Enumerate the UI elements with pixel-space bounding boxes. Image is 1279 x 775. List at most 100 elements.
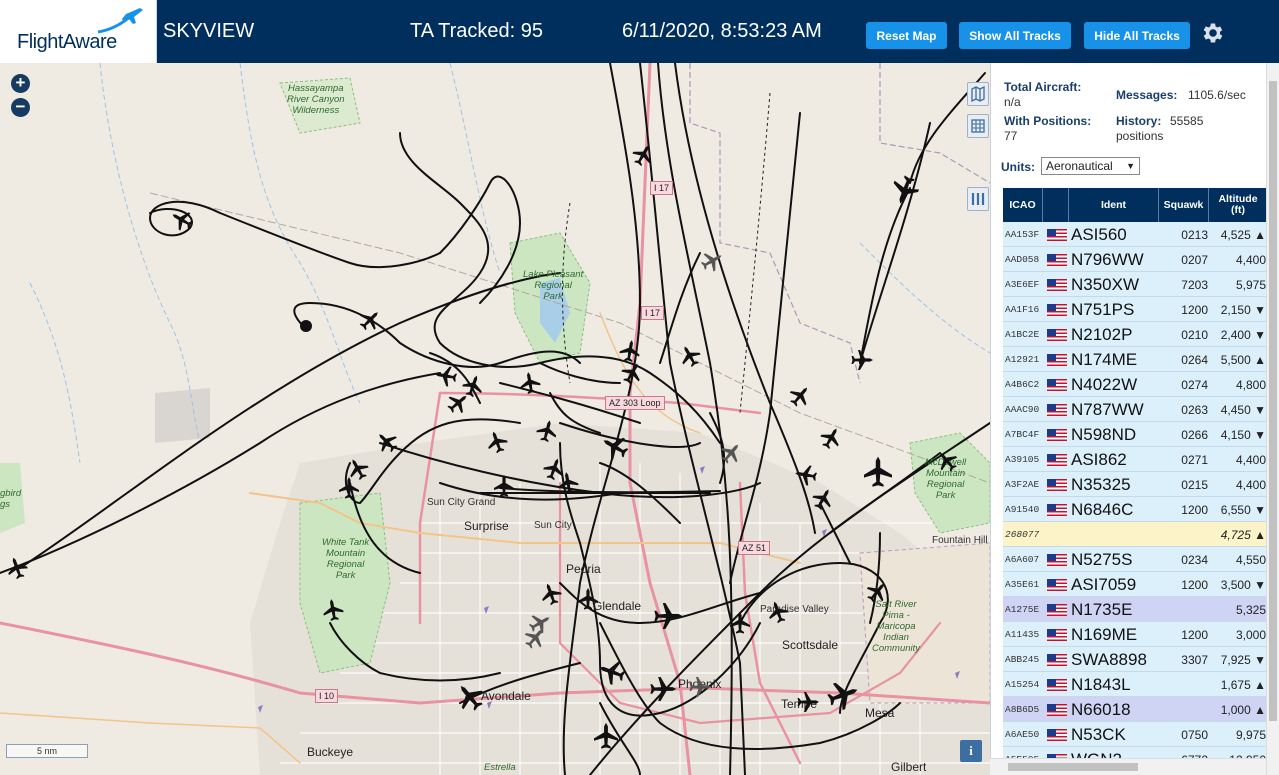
aircraft-marker[interactable]: [534, 417, 560, 444]
aircraft-marker[interactable]: [494, 475, 514, 497]
info-button[interactable]: i: [960, 740, 982, 762]
table-row[interactable]: A15254 N1843L 1,675 ▲: [1003, 672, 1268, 697]
aircraft-marker[interactable]: [654, 603, 683, 629]
table-row[interactable]: A12921 N174ME 0264 5,500 ▲: [1003, 347, 1268, 372]
aircraft-marker[interactable]: [862, 577, 892, 607]
sidebar-vertical-scrollbar[interactable]: [1266, 63, 1279, 775]
table-row[interactable]: A3E6EF N350XW 7203 5,975: [1003, 272, 1268, 297]
table-row[interactable]: AA153F ASI560 0213 4,525 ▲: [1003, 222, 1268, 247]
gear-icon[interactable]: [1200, 20, 1226, 46]
aircraft-marker[interactable]: [716, 438, 746, 468]
aircraft-marker[interactable]: [793, 463, 819, 487]
table-row[interactable]: 268077 4,725 ▲: [1003, 522, 1268, 547]
aircraft-marker[interactable]: [518, 370, 542, 396]
aircraft-marker[interactable]: [450, 677, 489, 716]
row-flag: [1047, 247, 1069, 272]
aircraft-marker[interactable]: [864, 456, 892, 487]
row-altitude: 4,800: [1235, 377, 1266, 392]
table-row[interactable]: AA1F16 N751PS 1200 2,150 ▼: [1003, 297, 1268, 322]
map-view[interactable]: Hassayampa River Canyon Wilderness Lake …: [0, 63, 990, 775]
toggle-sidebar-button[interactable]: [967, 187, 989, 211]
row-icao: AA153F: [1005, 229, 1040, 240]
aircraft-marker[interactable]: [697, 246, 727, 275]
range-grid-button[interactable]: [967, 114, 989, 138]
reset-map-button[interactable]: Reset Map: [866, 22, 947, 49]
aircraft-marker[interactable]: [594, 722, 618, 749]
aircraft-marker[interactable]: [675, 341, 704, 371]
table-row[interactable]: A6AE50 N53CK 0750 9,975: [1003, 722, 1268, 747]
row-altitude: 4,450 ▼: [1220, 402, 1266, 417]
row-flag: [1047, 297, 1069, 322]
col-ident[interactable]: Ident: [1069, 188, 1159, 222]
aircraft-marker[interactable]: [339, 477, 359, 499]
aircraft-marker[interactable]: [785, 381, 815, 411]
aircraft-marker[interactable]: [629, 140, 658, 170]
sidebar-horizontal-scrollbar[interactable]: [990, 758, 1266, 775]
table-row[interactable]: A3F2AE N35325 0215 4,400: [1003, 472, 1268, 497]
aircraft-marker[interactable]: [809, 484, 838, 514]
aircraft-marker[interactable]: [887, 172, 922, 208]
aircraft-marker[interactable]: [537, 580, 564, 608]
table-row[interactable]: AAD058 N796WW 0207 4,400: [1003, 247, 1268, 272]
aircraft-marker[interactable]: [764, 598, 791, 626]
units-select[interactable]: Aeronautical ▼: [1041, 157, 1140, 175]
aircraft-marker[interactable]: [618, 338, 642, 364]
aircraft-marker[interactable]: [730, 612, 750, 634]
aircraft-marker[interactable]: [650, 677, 677, 701]
aircraft-marker[interactable]: [595, 656, 628, 688]
aircraft-marker[interactable]: [541, 455, 568, 483]
table-row[interactable]: A1BC2E N2102P 0210 2,400 ▼: [1003, 322, 1268, 347]
table-row[interactable]: A91540 N6846C 1200 6,550 ▼: [1003, 497, 1268, 522]
scrollbar-thumb[interactable]: [1269, 81, 1277, 721]
scrollbar-thumb[interactable]: [1008, 763, 1138, 771]
table-row[interactable]: A1275E N1735E 5,325: [1003, 597, 1268, 622]
us-flag-icon: [1047, 603, 1067, 616]
table-row[interactable]: A11435 N169ME 1200 3,000: [1003, 622, 1268, 647]
hide-all-tracks-button[interactable]: Hide All Tracks: [1084, 22, 1190, 49]
aircraft-marker[interactable]: [3, 554, 30, 582]
table-row[interactable]: A35E61 ASI7059 1200 3,500 ▼: [1003, 572, 1268, 597]
aircraft-marker[interactable]: [597, 430, 632, 464]
row-icao: A8B6D5: [1005, 704, 1040, 715]
show-all-tracks-button[interactable]: Show All Tracks: [959, 22, 1071, 49]
aircraft-marker[interactable]: [355, 305, 385, 335]
table-row[interactable]: A39105 ASI862 0271 4,400: [1003, 447, 1268, 472]
col-icao[interactable]: ICAO: [1003, 188, 1043, 222]
table-row[interactable]: A4B6C2 N4022W 0274 4,800: [1003, 372, 1268, 397]
table-row[interactable]: ABB245 SWA8898 3307 7,925 ▼: [1003, 647, 1268, 672]
row-flag: [1047, 472, 1069, 497]
zoom-in-button[interactable]: +: [11, 74, 30, 93]
aircraft-marker[interactable]: [433, 364, 459, 388]
table-row[interactable]: A6A607 N5275S 0234 4,550: [1003, 547, 1268, 572]
table-row[interactable]: A8B6D5 N66018 1,000 ▲: [1003, 697, 1268, 722]
aircraft-marker[interactable]: [520, 623, 550, 653]
col-flag[interactable]: [1043, 188, 1069, 222]
aircraft-marker[interactable]: [824, 676, 863, 714]
aircraft-marker[interactable]: [578, 588, 598, 610]
aircraft-marker[interactable]: [817, 423, 846, 453]
col-squawk[interactable]: Squawk: [1159, 188, 1209, 222]
table-row[interactable]: A7BC4F N598ND 0266 4,150 ▼: [1003, 422, 1268, 447]
row-flag: [1047, 397, 1069, 422]
flightaware-logo[interactable]: FlightAware: [0, 0, 157, 63]
table-row[interactable]: AAAC90 N787WW 0263 4,450 ▼: [1003, 397, 1268, 422]
aircraft-marker[interactable]: [932, 446, 962, 476]
row-ident: N66018: [1071, 699, 1131, 719]
row-flag: [1047, 322, 1069, 347]
aircraft-marker[interactable]: [618, 358, 647, 388]
aircraft-marker[interactable]: [460, 372, 487, 400]
aircraft-marker[interactable]: [483, 428, 510, 456]
aircraft-marker[interactable]: [167, 205, 197, 234]
map-layers-button[interactable]: [967, 82, 989, 106]
row-squawk: [1160, 597, 1208, 622]
aircraft-marker[interactable]: [851, 350, 874, 370]
row-squawk: 0266: [1181, 427, 1208, 442]
aircraft-marker[interactable]: [689, 677, 712, 697]
zoom-out-button[interactable]: −: [11, 98, 30, 117]
col-altitude[interactable]: Altitude (ft): [1209, 188, 1268, 222]
aircraft-marker[interactable]: [321, 597, 345, 623]
aircraft-marker[interactable]: [797, 692, 820, 712]
aircraft-table: ICAO Ident Squawk Altitude (ft) AA153F AS…: [1003, 188, 1268, 772]
row-squawk: 3307: [1181, 652, 1208, 667]
aircraft-marker[interactable]: [372, 427, 402, 457]
